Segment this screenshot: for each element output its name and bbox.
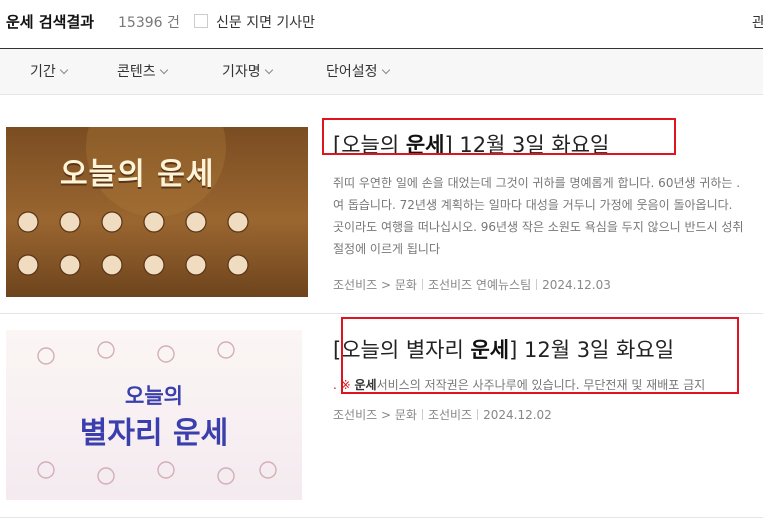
snippet-line: 여 돕습니다. 72년생 계획하는 일마다 대성을 거두니 가정에 웃음이 돌아…	[333, 198, 733, 212]
snippet-prefix: . ※	[333, 378, 355, 392]
filter-period-label: 기간	[30, 64, 56, 80]
results-title-suffix: 검색결과	[38, 13, 95, 31]
results-count: 15396 건	[118, 15, 180, 31]
article-date: 2024.12.03	[542, 278, 611, 292]
filter-content-label: 콘텐츠	[117, 64, 156, 80]
article-divider	[0, 313, 763, 314]
article-section[interactable]: 조선비즈 > 문화	[333, 408, 417, 422]
meta-divider	[421, 279, 423, 290]
thumbnail-title: 오늘의 운세	[60, 157, 215, 192]
snippet-line: 곳이라도 여행을 떠나십시오. 96년생 작은 소원도 욕심을 두지 않으니 반…	[333, 220, 744, 234]
article-date: 2024.12.02	[483, 408, 552, 422]
chevron-down-icon	[264, 65, 273, 75]
chevron-down-icon	[59, 65, 69, 75]
article-section[interactable]: 조선비즈 > 문화	[333, 278, 417, 292]
meta-divider	[536, 279, 538, 290]
thumbnail-title-line2: 별자리 운세	[79, 416, 229, 451]
snippet-rest: 서비스의 저작권은 사주나루에 있습니다. 무단전재 및 재배포 금지	[376, 378, 706, 392]
filter-content[interactable]: 콘텐츠	[117, 61, 168, 81]
chevron-down-icon	[159, 65, 168, 75]
article-meta: 조선비즈 > 문화 조선비즈 연예뉴스팀 2024.12.03	[333, 276, 611, 293]
truncated-right-text[interactable]: 관	[752, 12, 763, 32]
article-thumbnail[interactable]: 오늘의 별자리 운세	[6, 330, 302, 500]
highlight-box	[322, 118, 676, 155]
snippet-keyword: 운세	[354, 378, 377, 392]
article-divider	[0, 517, 763, 518]
article-meta: 조선비즈 > 문화 조선비즈 2024.12.02	[333, 406, 552, 423]
snippet-line: 절정에 이르게 됩니다	[333, 242, 440, 256]
thumbnail-title-line1: 오늘의	[125, 384, 183, 408]
article-snippet[interactable]: 쥐띠 우연한 일에 손을 대었는데 그것이 귀하를 명예롭게 합니다. 60년생…	[333, 172, 763, 260]
newspaper-only-label[interactable]: 신문 지면 기사만	[216, 12, 315, 32]
filter-word-settings-label: 단어설정	[326, 64, 378, 80]
search-keyword: 운세	[6, 13, 34, 31]
meta-divider	[477, 409, 479, 420]
article-desk[interactable]: 조선비즈	[428, 408, 472, 422]
filter-reporter[interactable]: 기자명	[222, 61, 273, 81]
snippet-line: 쥐띠 우연한 일에 손을 대었는데 그것이 귀하를 명예롭게 합니다. 60년생…	[333, 176, 741, 190]
article-desk[interactable]: 조선비즈 연예뉴스팀	[428, 278, 531, 292]
article-thumbnail[interactable]: 오늘의 운세	[6, 127, 308, 297]
filter-period[interactable]: 기간	[30, 61, 69, 81]
filter-reporter-label: 기자명	[222, 64, 261, 80]
newspaper-only-checkbox[interactable]	[194, 14, 208, 28]
article-snippet[interactable]: . ※ 운세서비스의 저작권은 사주나루에 있습니다. 무단전재 및 재배포 금…	[333, 374, 743, 396]
results-header: 운세 검색결과 15396 건 신문 지면 기사만 관	[0, 0, 763, 49]
meta-divider	[421, 409, 423, 420]
filter-bar: 기간 콘텐츠 기자명 단어설정	[0, 49, 763, 95]
results-title: 운세 검색결과	[6, 11, 94, 32]
filter-word-settings[interactable]: 단어설정	[326, 61, 390, 81]
chevron-down-icon	[381, 65, 390, 75]
